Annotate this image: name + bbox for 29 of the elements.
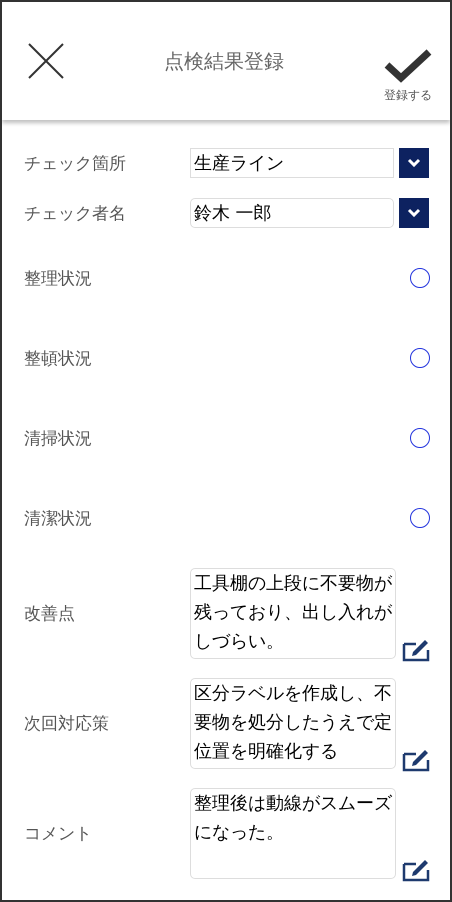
register-button[interactable]: 登録する (384, 48, 432, 104)
text-area[interactable]: 区分ラベルを作成し、不要物を処分したうえで定位置を明確化する (190, 678, 396, 768)
radio-button[interactable] (410, 508, 430, 528)
field-label: 整理状況 (24, 268, 93, 290)
edit-icon[interactable] (402, 748, 430, 772)
edit-icon[interactable] (402, 858, 430, 882)
radio-button[interactable] (410, 428, 430, 448)
field-label: 整頓状況 (24, 348, 93, 370)
chevron-down-icon (407, 208, 421, 218)
field-label: コメント (24, 822, 93, 844)
field-label: チェック者名 (24, 202, 127, 224)
dropdown-field[interactable]: 鈴木 一郎 (190, 198, 394, 228)
edit-icon[interactable] (402, 638, 430, 662)
text-area[interactable]: 整理後は動線がスムーズになった。 (190, 788, 396, 878)
checkmark-icon (384, 48, 432, 82)
field-label: 改善点 (24, 602, 76, 624)
field-label: 清掃状況 (24, 428, 93, 450)
text-area[interactable]: 工具棚の上段に不要物が残っており、出し入れがしづらい。 (190, 568, 396, 658)
page-title: 点検結果登録 (164, 48, 284, 74)
chevron-down-icon (407, 158, 421, 168)
dropdown-field[interactable]: 生産ライン (190, 148, 394, 178)
field-label: 次回対応策 (24, 712, 110, 734)
radio-button[interactable] (410, 268, 430, 288)
close-icon[interactable] (28, 43, 64, 79)
field-label: チェック箇所 (24, 152, 127, 174)
field-label: 清潔状況 (24, 508, 93, 530)
dropdown-button[interactable] (399, 198, 429, 228)
dropdown-button[interactable] (399, 148, 429, 178)
radio-button[interactable] (410, 348, 430, 368)
